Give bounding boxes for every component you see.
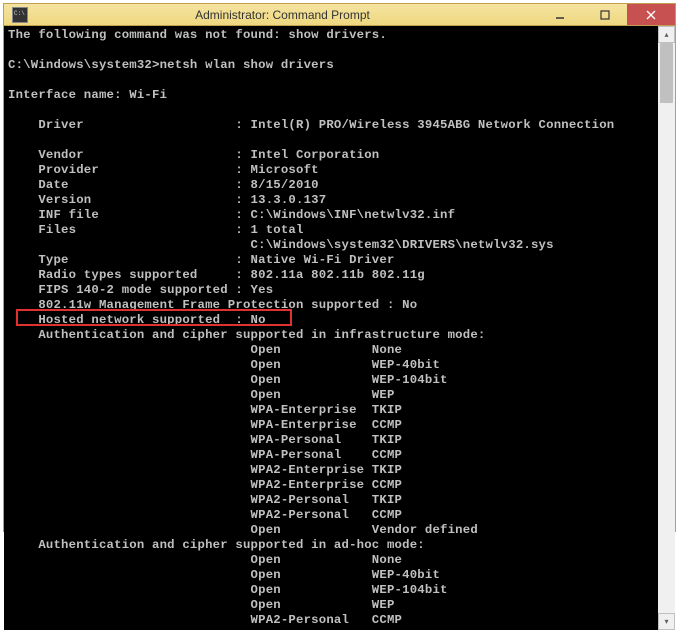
output-line: C:\Windows\system32\DRIVERS\netwlv32.sys	[8, 238, 554, 252]
vertical-scrollbar[interactable]: ▴ ▾	[658, 26, 675, 630]
output-line: Authentication and cipher supported in i…	[8, 328, 486, 342]
output-line: WPA2-Enterprise TKIP	[8, 463, 402, 477]
output-line: Hosted network supported : No	[8, 313, 266, 327]
output-line: WPA-Personal TKIP	[8, 433, 402, 447]
scroll-thumb[interactable]	[660, 43, 673, 103]
maximize-icon	[600, 10, 610, 20]
output-line: C:\Windows\system32>netsh wlan show driv…	[8, 58, 334, 72]
terminal-output[interactable]: The following command was not found: sho…	[4, 26, 658, 630]
output-line: Date : 8/15/2010	[8, 178, 319, 192]
output-line: WPA2-Enterprise CCMP	[8, 478, 402, 492]
output-line: WPA-Personal CCMP	[8, 448, 402, 462]
output-line: Type : Native Wi-Fi Driver	[8, 253, 395, 267]
output-line: Open WEP	[8, 598, 395, 612]
close-button[interactable]	[627, 4, 675, 25]
output-line: The following command was not found: sho…	[8, 28, 387, 42]
output-line: Open WEP-104bit	[8, 373, 448, 387]
minimize-icon	[555, 10, 565, 20]
output-line: 802.11w Management Frame Protection supp…	[8, 298, 417, 312]
output-line: Open WEP-40bit	[8, 568, 440, 582]
output-line: WPA2-Personal CCMP	[8, 508, 402, 522]
output-line: Interface name: Wi-Fi	[8, 88, 167, 102]
output-line: Provider : Microsoft	[8, 163, 319, 177]
output-line: Authentication and cipher supported in a…	[8, 538, 425, 552]
output-line: Open WEP-104bit	[8, 583, 448, 597]
window-title: Administrator: Command Prompt	[28, 8, 537, 22]
titlebar[interactable]: Administrator: Command Prompt	[4, 4, 675, 26]
output-line: Vendor : Intel Corporation	[8, 148, 379, 162]
output-line: Open WEP	[8, 388, 395, 402]
close-icon	[646, 10, 656, 20]
cmd-icon	[12, 7, 28, 23]
output-line: WPA-Enterprise CCMP	[8, 418, 402, 432]
minimize-button[interactable]	[537, 4, 582, 25]
terminal-area: The following command was not found: sho…	[4, 26, 675, 630]
scroll-down-button[interactable]: ▾	[658, 613, 675, 630]
window-controls	[537, 4, 675, 25]
output-line: Files : 1 total	[8, 223, 304, 237]
command-prompt-window: Administrator: Command Prompt The follow…	[3, 3, 676, 532]
output-line: Version : 13.3.0.137	[8, 193, 326, 207]
output-line: WPA2-Personal TKIP	[8, 493, 402, 507]
output-line: WPA-Enterprise TKIP	[8, 403, 402, 417]
output-line: Open WEP-40bit	[8, 358, 440, 372]
scroll-track[interactable]	[658, 43, 675, 613]
scroll-up-button[interactable]: ▴	[658, 26, 675, 43]
output-line: INF file : C:\Windows\INF\netwlv32.inf	[8, 208, 455, 222]
output-line: Radio types supported : 802.11a 802.11b …	[8, 268, 425, 282]
output-line: Driver : Intel(R) PRO/Wireless 3945ABG N…	[8, 118, 614, 132]
output-line: WPA2-Personal CCMP	[8, 613, 402, 627]
maximize-button[interactable]	[582, 4, 627, 25]
output-line: FIPS 140-2 mode supported : Yes	[8, 283, 273, 297]
output-line: Open None	[8, 343, 402, 357]
output-line: Open None	[8, 553, 402, 567]
